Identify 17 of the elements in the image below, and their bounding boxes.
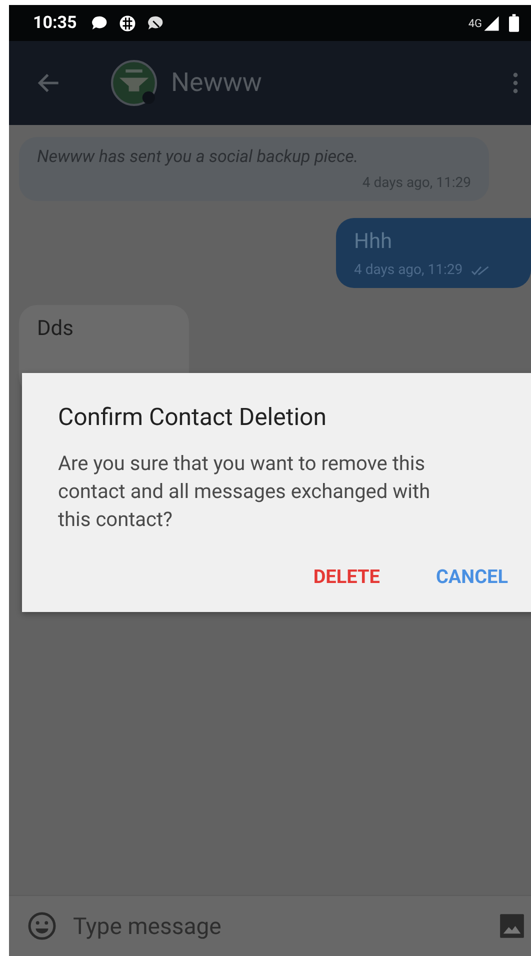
message-text-input[interactable]: Type message xyxy=(71,912,485,940)
cancel-button[interactable]: CANCEL xyxy=(428,559,516,594)
battery-icon xyxy=(509,14,519,32)
emoji-icon[interactable] xyxy=(27,911,57,941)
contact-name: Newww xyxy=(171,68,262,98)
message-text: Hhh xyxy=(354,230,394,254)
delete-button[interactable]: DELETE xyxy=(305,559,388,594)
avatar-icon xyxy=(111,60,157,106)
network-type: 4G xyxy=(468,16,482,30)
message-text: Dds xyxy=(37,317,74,341)
signal-icon xyxy=(483,14,500,32)
image-icon[interactable] xyxy=(499,913,525,939)
clock-time: 10:35 xyxy=(33,13,77,33)
dialog-message: Are you sure that you want to remove this contact and all messages exchanged with this contact? xyxy=(58,450,432,533)
message-input[interactable]: Type message xyxy=(9,895,531,956)
more-options-icon[interactable] xyxy=(512,71,519,95)
dialog-title: Confirm Contact Deletion xyxy=(58,403,328,431)
